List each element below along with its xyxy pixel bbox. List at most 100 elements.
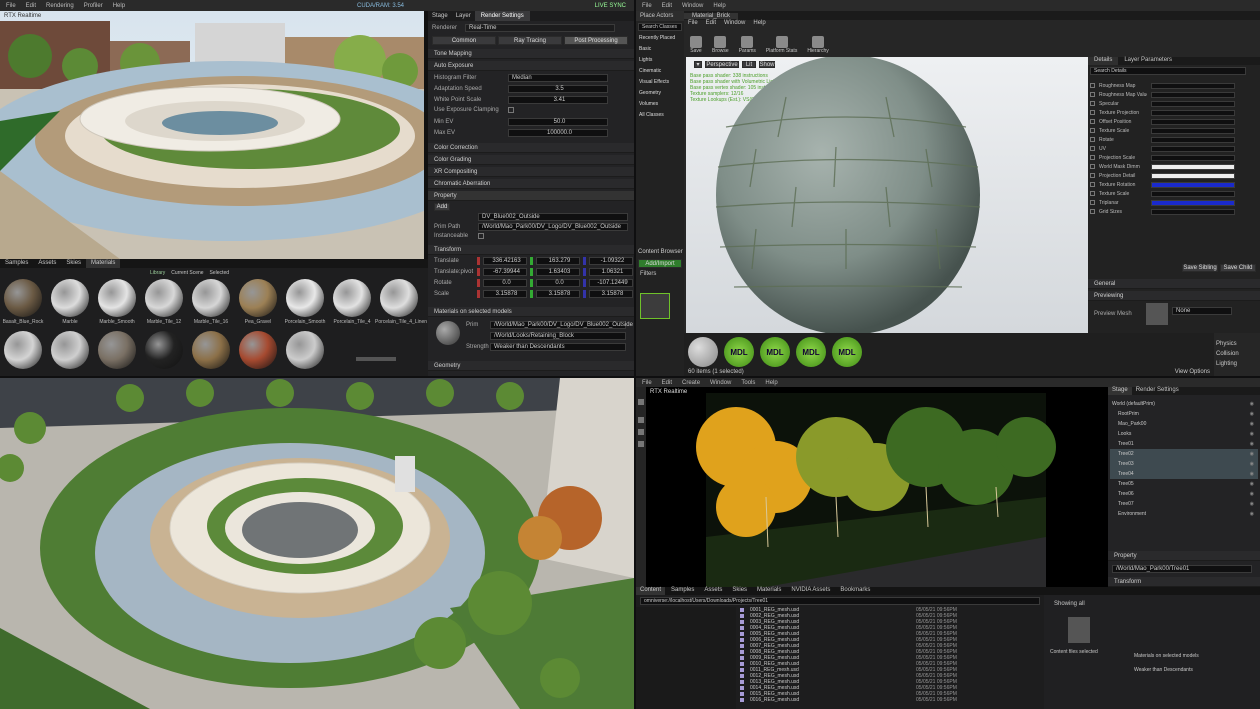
section-collision[interactable]: Collision bbox=[1216, 351, 1260, 361]
section-color-grading[interactable]: Color Grading bbox=[428, 155, 634, 165]
live-sync-label[interactable]: LIVE SYNC bbox=[595, 3, 626, 9]
content-tab[interactable]: Samples bbox=[667, 587, 698, 595]
stage-item[interactable]: Tree05 ◉ bbox=[1110, 479, 1258, 489]
material-thumbnail[interactable] bbox=[98, 279, 136, 317]
preview-mesh-thumbnail[interactable] bbox=[1146, 303, 1168, 325]
detail-checkbox[interactable] bbox=[1090, 164, 1095, 169]
section-previewing[interactable]: Previewing bbox=[1088, 291, 1260, 301]
exposure-clamp-checkbox[interactable] bbox=[508, 107, 514, 113]
min-ev-field[interactable]: 50.0 bbox=[508, 118, 608, 126]
material-strength-select[interactable]: Weaker than Descendants bbox=[490, 343, 626, 351]
viewport[interactable]: RTX Realtime bbox=[646, 387, 1108, 587]
menu-item[interactable]: Edit bbox=[662, 380, 672, 386]
menu-help[interactable]: Help bbox=[113, 3, 125, 9]
category-item[interactable]: Visual Effects bbox=[636, 79, 684, 90]
detail-value-field[interactable] bbox=[1151, 181, 1235, 188]
folder-thumbnail[interactable] bbox=[640, 293, 670, 319]
folder-tree[interactable] bbox=[636, 607, 736, 709]
editor-menu-edit[interactable]: Edit bbox=[706, 20, 716, 28]
instanceable-checkbox[interactable] bbox=[478, 233, 484, 239]
detail-value-field[interactable] bbox=[1151, 145, 1235, 152]
section-property[interactable]: Property bbox=[1108, 551, 1260, 561]
section-property[interactable]: Property bbox=[428, 191, 634, 201]
thumbnail-size-slider[interactable] bbox=[356, 357, 396, 361]
section-auto-exposure[interactable]: Auto Exposure bbox=[428, 61, 634, 71]
transform-value-field[interactable]: 3.15878 bbox=[589, 290, 633, 298]
content-tab[interactable]: Materials bbox=[753, 587, 785, 595]
detail-checkbox[interactable] bbox=[1090, 110, 1095, 115]
category-item[interactable]: Recently Placed bbox=[636, 35, 684, 46]
section-color-correction[interactable]: Color Correction bbox=[428, 143, 634, 153]
material-thumbnail[interactable] bbox=[4, 331, 42, 369]
aerial-render-view[interactable] bbox=[0, 378, 634, 709]
select-tool-icon[interactable] bbox=[638, 399, 644, 405]
viewport[interactable]: RTX Realtime bbox=[0, 11, 424, 259]
white-point-field[interactable]: 3.41 bbox=[508, 96, 608, 104]
view-options-button[interactable]: View Options bbox=[1175, 369, 1210, 375]
detail-value-field[interactable] bbox=[1151, 100, 1235, 107]
eye-icon[interactable]: ◉ bbox=[1250, 511, 1254, 517]
detail-value-field[interactable] bbox=[1151, 190, 1235, 197]
category-item[interactable]: Volumes bbox=[636, 101, 684, 112]
tab-stage[interactable]: Stage bbox=[1108, 387, 1132, 395]
section-materials[interactable]: Materials on selected models bbox=[428, 307, 634, 317]
mdl-asset-thumbnail[interactable]: MDL bbox=[724, 337, 754, 367]
asset-sphere-thumbnail[interactable] bbox=[688, 337, 718, 367]
material-thumbnail[interactable] bbox=[98, 331, 136, 369]
material-thumbnail[interactable] bbox=[145, 279, 183, 317]
transform-value-field[interactable]: -1.09322 bbox=[589, 257, 633, 265]
toolbar-button[interactable]: Params bbox=[739, 36, 756, 54]
prim-path-field[interactable]: /World/Mao_Park00/DV_Logo/DV_Blue002_Out… bbox=[478, 223, 628, 231]
menu-rendering[interactable]: Rendering bbox=[46, 3, 74, 9]
category-item[interactable]: Geometry bbox=[636, 90, 684, 101]
adaptation-speed-field[interactable]: 3.5 bbox=[508, 85, 608, 93]
transform-value-field[interactable]: -107.12449 bbox=[589, 279, 633, 287]
tab-post-processing[interactable]: Post Processing bbox=[564, 36, 628, 45]
section-transform[interactable]: Transform bbox=[1108, 577, 1260, 587]
section-general[interactable]: General bbox=[1088, 279, 1260, 289]
detail-checkbox[interactable] bbox=[1090, 173, 1095, 178]
detail-checkbox[interactable] bbox=[1090, 200, 1095, 205]
transform-value-field[interactable]: 0.0 bbox=[483, 279, 527, 287]
detail-checkbox[interactable] bbox=[1090, 137, 1095, 142]
detail-value-field[interactable] bbox=[1151, 127, 1235, 134]
filter-current-scene[interactable]: Current Scene bbox=[171, 270, 203, 276]
editor-tab[interactable]: Material_Brick bbox=[684, 12, 739, 19]
move-tool-icon[interactable] bbox=[638, 417, 644, 423]
filter-library[interactable]: Library bbox=[150, 270, 165, 276]
eye-icon[interactable]: ◉ bbox=[1250, 481, 1254, 487]
material-thumbnail[interactable] bbox=[333, 279, 371, 317]
add-import-button[interactable]: Add/Import bbox=[638, 259, 682, 268]
material-thumbnail[interactable] bbox=[4, 279, 42, 317]
detail-checkbox[interactable] bbox=[1090, 119, 1095, 124]
preview-mesh-select[interactable]: None bbox=[1172, 307, 1232, 315]
category-item[interactable]: All Classes bbox=[636, 112, 684, 123]
detail-value-field[interactable] bbox=[1151, 163, 1235, 170]
rotate-tool-icon[interactable] bbox=[638, 429, 644, 435]
menu-edit[interactable]: Edit bbox=[662, 3, 672, 9]
detail-value-field[interactable] bbox=[1151, 118, 1235, 125]
category-item[interactable]: Basic bbox=[636, 46, 684, 57]
content-tab[interactable]: Assets bbox=[700, 587, 726, 595]
scale-tool-icon[interactable] bbox=[638, 441, 644, 447]
material-thumbnail[interactable] bbox=[145, 331, 183, 369]
toolbar-button[interactable]: Save bbox=[690, 36, 702, 54]
category-item[interactable]: Lights bbox=[636, 57, 684, 68]
stage-item[interactable]: Tree07 ◉ bbox=[1110, 499, 1258, 509]
tab-skies[interactable]: Skies bbox=[61, 259, 86, 268]
filter-selected[interactable]: Selected bbox=[210, 270, 229, 276]
section-transform[interactable]: Transform bbox=[428, 245, 634, 255]
eye-icon[interactable]: ◉ bbox=[1250, 431, 1254, 437]
transform-value-field[interactable]: 0.0 bbox=[536, 279, 580, 287]
renderer-select[interactable]: Real-Time bbox=[465, 24, 616, 32]
tab-samples[interactable]: Samples bbox=[0, 259, 33, 268]
detail-value-field[interactable] bbox=[1151, 109, 1235, 116]
eye-icon[interactable]: ◉ bbox=[1250, 401, 1254, 407]
section-physics[interactable]: Physics bbox=[1216, 341, 1260, 351]
material-thumbnail[interactable] bbox=[192, 279, 230, 317]
menu-item[interactable]: Tools bbox=[741, 380, 755, 386]
detail-checkbox[interactable] bbox=[1090, 128, 1095, 133]
filters-button[interactable]: Filters bbox=[640, 271, 656, 277]
detail-value-field[interactable] bbox=[1151, 154, 1235, 161]
material-thumbnail[interactable] bbox=[51, 279, 89, 317]
